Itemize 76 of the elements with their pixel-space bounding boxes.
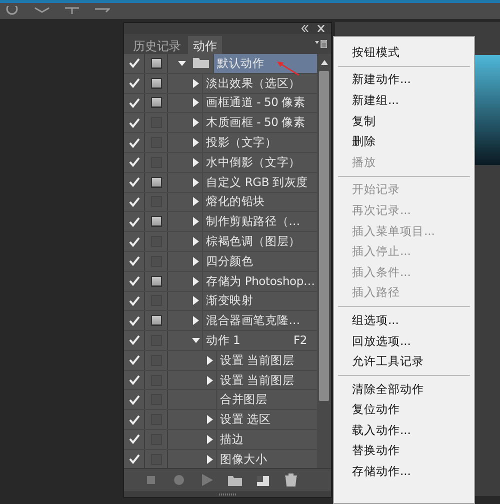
checkmark-icon[interactable] (128, 375, 140, 386)
collapsed-triangle-icon[interactable] (206, 376, 214, 385)
checkmark-icon[interactable] (128, 355, 140, 366)
menu-item[interactable]: 清除全部动作 (334, 378, 474, 400)
collapsed-triangle-icon[interactable] (192, 276, 200, 286)
checkmark-icon[interactable] (128, 157, 140, 168)
collapsed-triangle-icon[interactable] (192, 138, 200, 148)
menu-item[interactable]: 新建动作... (334, 70, 474, 90)
menu-item[interactable]: 组选项... (334, 310, 474, 331)
dialog-toggle[interactable] (150, 216, 162, 228)
checkmark-icon[interactable] (128, 434, 140, 444)
menu-item[interactable]: 按钮模式 (334, 42, 474, 63)
collapsed-triangle-icon[interactable] (192, 256, 200, 266)
checkmark-icon[interactable] (128, 276, 140, 286)
trash-icon[interactable] (282, 473, 300, 488)
shortcut-label: F2 (293, 333, 308, 348)
resize-grip-icon[interactable] (218, 492, 236, 496)
checkmark-icon[interactable] (128, 98, 140, 108)
tool-icon[interactable] (64, 6, 80, 16)
folder-icon[interactable] (226, 473, 244, 488)
menu-item[interactable]: 允许工具记录 (334, 351, 474, 372)
expanded-triangle-icon[interactable] (192, 336, 200, 345)
menu-item[interactable]: 存储动作... (334, 461, 474, 482)
panel-tab[interactable]: 动作 (188, 36, 222, 54)
checkmark-icon[interactable] (128, 78, 140, 88)
dialog-toggle[interactable] (150, 176, 162, 188)
checkmark-icon[interactable] (128, 177, 140, 188)
collapsed-triangle-icon[interactable] (192, 237, 200, 246)
collapsed-triangle-icon[interactable] (192, 78, 200, 88)
collapsed-triangle-icon[interactable] (192, 197, 200, 206)
new-item-icon[interactable] (254, 473, 272, 488)
collapsed-triangle-icon[interactable] (192, 316, 200, 326)
collapse-icon[interactable] (301, 24, 309, 32)
dialog-toggle[interactable] (150, 78, 162, 89)
menu-item[interactable]: 替换动作 (334, 440, 474, 462)
folder-icon (192, 57, 210, 70)
checkmark-icon[interactable] (128, 58, 140, 68)
checkmark-icon[interactable] (128, 236, 140, 246)
checkmark-icon[interactable] (128, 394, 140, 405)
expanded-triangle-icon[interactable] (178, 58, 186, 68)
checkmark-icon[interactable] (128, 296, 140, 306)
menu-item[interactable]: 新建组... (334, 90, 474, 111)
action-row[interactable]: 默认动作 (213, 54, 317, 73)
checkmark-icon[interactable] (128, 256, 140, 266)
collapsed-triangle-icon[interactable] (192, 296, 200, 306)
menu-item[interactable]: 载入动作... (334, 420, 474, 441)
collapsed-triangle-icon[interactable] (206, 415, 214, 424)
menu-item[interactable]: 回放选项... (334, 330, 474, 352)
scroll-up-icon[interactable] (320, 60, 328, 65)
close-icon[interactable] (317, 24, 325, 32)
collapsed-triangle-icon[interactable] (192, 178, 200, 187)
collapsed-triangle-icon[interactable] (192, 98, 200, 108)
menu-item[interactable]: 复制 (334, 110, 474, 132)
checkmark-icon[interactable] (128, 414, 140, 425)
checkmark-icon[interactable] (128, 196, 140, 207)
menu-item[interactable]: 删除 (334, 131, 474, 152)
panel-menu-icon[interactable] (315, 40, 327, 48)
collapsed-triangle-icon[interactable] (192, 217, 200, 226)
checkmark-icon[interactable] (128, 118, 140, 128)
collapsed-triangle-icon[interactable] (206, 454, 214, 464)
checkmark-icon[interactable] (128, 454, 140, 464)
dialog-toggle[interactable] (150, 315, 162, 326)
collapsed-triangle-icon[interactable] (192, 158, 200, 167)
collapsed-triangle-icon[interactable] (206, 356, 214, 365)
panel-tab[interactable]: 历史记录 (128, 36, 186, 54)
dialog-toggle[interactable] (150, 276, 162, 287)
checkmark-icon[interactable] (128, 138, 140, 148)
dialog-toggle[interactable] (150, 58, 162, 69)
scrollbar-thumb[interactable] (319, 70, 329, 401)
checkmark-icon[interactable] (128, 316, 140, 326)
dialog-toggle[interactable] (150, 97, 162, 108)
menu-item[interactable]: 复位动作 (334, 400, 474, 420)
checkmark-icon[interactable] (128, 335, 140, 346)
collapsed-triangle-icon[interactable] (192, 118, 200, 128)
checkmark-icon[interactable] (128, 216, 140, 227)
collapsed-triangle-icon[interactable] (206, 434, 214, 444)
